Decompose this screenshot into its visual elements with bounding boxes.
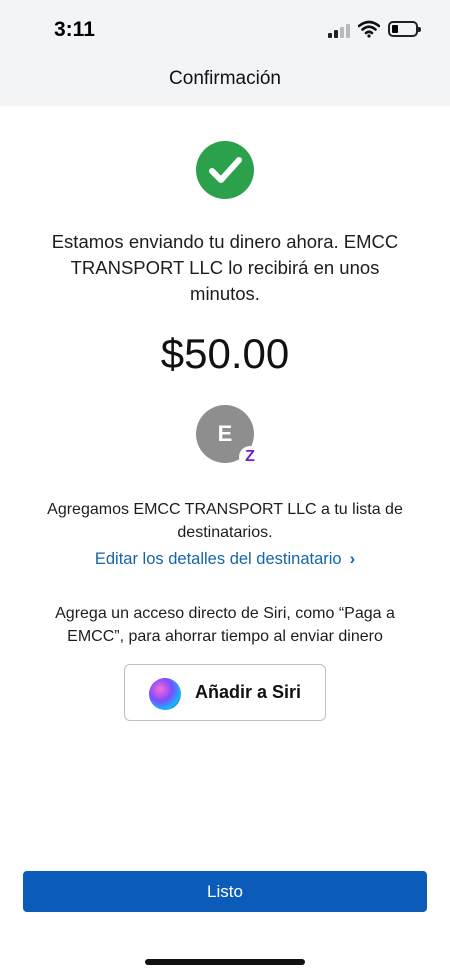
page-title: Confirmación bbox=[169, 68, 281, 89]
wifi-icon bbox=[357, 20, 381, 38]
battery-level bbox=[392, 25, 398, 33]
edit-recipient-link[interactable]: Editar los detalles del destinatario › bbox=[0, 550, 450, 569]
edit-recipient-label: Editar los detalles del destinatario bbox=[94, 550, 342, 568]
top-area: 3:11 Confirmación bbox=[0, 0, 450, 106]
status-time: 3:11 bbox=[54, 18, 95, 41]
status-bar: 3:11 bbox=[0, 0, 450, 58]
home-indicator[interactable] bbox=[145, 959, 305, 965]
amount-sent: $50.00 bbox=[160, 330, 290, 377]
chevron-right-icon: › bbox=[349, 550, 356, 568]
siri-shortcut-text: Agrega un acceso directo de Siri, como “… bbox=[55, 605, 395, 645]
add-to-siri-label: Añadir a Siri bbox=[195, 682, 302, 702]
check-circle-icon bbox=[196, 141, 254, 199]
add-to-siri-button[interactable]: Añadir a Siri bbox=[124, 664, 326, 721]
done-button[interactable]: Listo bbox=[23, 871, 427, 912]
cellular-signal-icon bbox=[328, 22, 352, 38]
zelle-logo-icon: Z bbox=[239, 446, 261, 468]
battery-nub bbox=[418, 27, 421, 32]
zelle-badge-letter: Z bbox=[245, 448, 255, 465]
recipient-added-text: Agregamos EMCC TRANSPORT LLC a tu lista … bbox=[47, 501, 403, 541]
battery-icon bbox=[388, 21, 421, 37]
confirmation-message: Estamos enviando tu dinero ahora. EMCC T… bbox=[51, 231, 399, 304]
siri-icon bbox=[149, 678, 181, 710]
